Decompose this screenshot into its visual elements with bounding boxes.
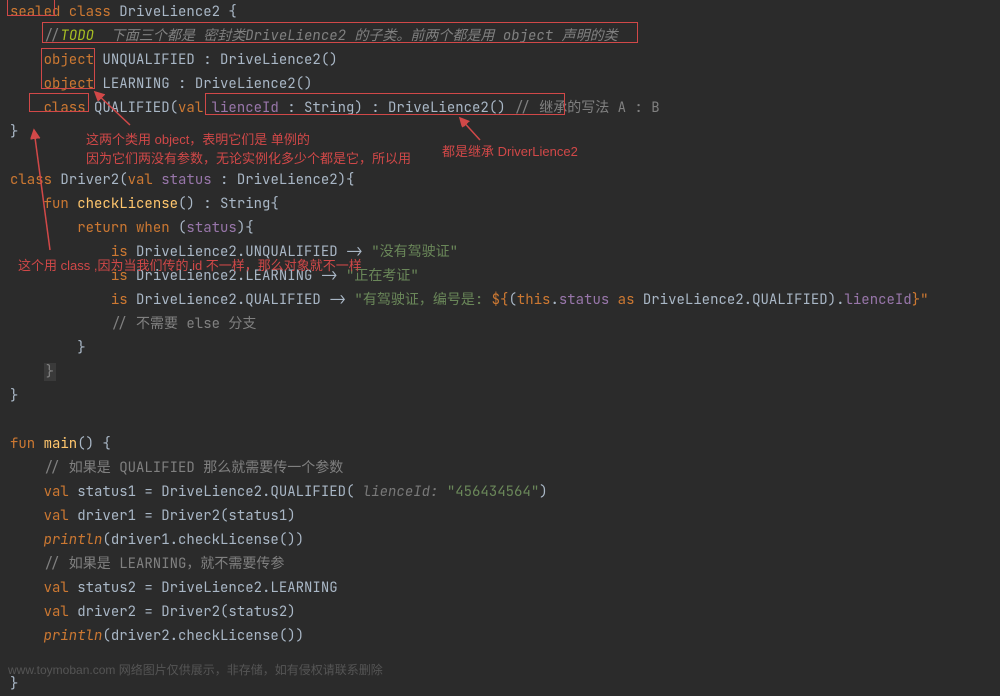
annotation-text: 这个用 class ,因为当我们传的 id 不一样，那么对象就不一样: [18, 254, 362, 278]
template-end: }": [912, 291, 929, 309]
string-literal: "456434564": [447, 483, 539, 501]
string-literal: "有驾驶证，编号是:: [354, 291, 491, 309]
keyword-when: when: [136, 219, 178, 237]
identifier: status: [559, 291, 609, 309]
type-decl: : DriveLience2){: [212, 171, 355, 189]
param-name: lienceId: [212, 99, 279, 117]
code-line: }: [10, 384, 1000, 408]
fn-signature: () {: [77, 435, 111, 453]
fn-signature: () : String{: [178, 195, 279, 213]
code-line: val status1 = DriveLience2.QUALIFIED( li…: [10, 480, 1000, 504]
brace: }: [77, 339, 85, 357]
type-ref: DriveLience2.QUALIFIED: [643, 291, 828, 309]
code-line: // 如果是 QUALIFIED 那么就需要传一个参数: [10, 456, 1000, 480]
comment-slash: //: [44, 27, 61, 45]
paren: ): [539, 483, 547, 501]
code-line: return when (status){: [10, 216, 1000, 240]
brace: }: [10, 123, 18, 141]
code-editor[interactable]: sealed class DriveLience2 { //TODO 下面三个都…: [0, 0, 1000, 696]
code-line: class QUALIFIED(val lienceId : String) :…: [10, 96, 1000, 120]
keyword-object: object: [44, 75, 94, 93]
object-decl: LEARNING : DriveLience2(): [94, 75, 312, 93]
keyword-as: as: [609, 291, 643, 309]
var-decl: status2 = DriveLience2.LEARNING: [77, 579, 337, 597]
code-line: object LEARNING : DriveLience2(): [10, 72, 1000, 96]
identifier: lienceId: [845, 291, 912, 309]
function-name: checkLicense: [77, 195, 178, 213]
keyword-val: val: [44, 483, 78, 501]
keyword-object: object: [44, 51, 94, 69]
comment: // 不需要 else 分支: [111, 315, 257, 333]
keyword-fun: fun: [44, 195, 78, 213]
keyword-val: val: [128, 171, 162, 189]
var-decl: driver2 = Driver2(status2): [77, 603, 295, 621]
todo-marker: TODO: [60, 27, 94, 45]
type-decl: : String) : DriveLience2(): [279, 99, 514, 117]
paren: (: [119, 171, 127, 189]
keyword-val: val: [178, 99, 212, 117]
code-line: println(driver1.checkLicense()): [10, 528, 1000, 552]
var-decl: status1 = DriveLience2.QUALIFIED(: [77, 483, 354, 501]
call-args: (driver2.checkLicense()): [102, 627, 304, 645]
code-line: //TODO 下面三个都是 密封类DriveLience2 的子类。前两个都是用…: [10, 24, 1000, 48]
comment: // 继承的写法 A : B: [514, 99, 660, 117]
param-name: status: [161, 171, 211, 189]
keyword-class: class: [60, 3, 119, 21]
code-line: val driver1 = Driver2(status1): [10, 504, 1000, 528]
brace: ){: [237, 219, 254, 237]
keyword-val: val: [44, 603, 78, 621]
code-line: // 不需要 else 分支: [10, 312, 1000, 336]
keyword-sealed: sealed: [10, 3, 60, 21]
code-line: sealed class DriveLience2 {: [10, 0, 1000, 24]
paren: ): [828, 291, 836, 309]
code-line: is DriveLience2.QUALIFIED -> "有驾驶证，编号是: …: [10, 288, 1000, 312]
code-line: }: [10, 360, 1000, 384]
class-name: Driver2: [60, 171, 119, 189]
var-decl: driver1 = Driver2(status1): [77, 507, 295, 525]
paren: (: [508, 291, 516, 309]
keyword-return: return: [77, 219, 136, 237]
watermark: www.toymoban.com 网络图片仅供展示，非存储，如有侵权请联系删除: [8, 658, 383, 682]
keyword-is: is: [111, 291, 136, 309]
code-line: val status2 = DriveLience2.LEARNING: [10, 576, 1000, 600]
keyword-val: val: [44, 579, 78, 597]
inlay-hint: lienceId:: [354, 483, 446, 501]
brace: {: [220, 3, 237, 21]
function-call: println: [44, 531, 103, 549]
code-line: fun checkLicense() : String{: [10, 192, 1000, 216]
code-line: class Driver2(val status : DriveLience2)…: [10, 168, 1000, 192]
code-line: object UNQUALIFIED : DriveLience2(): [10, 48, 1000, 72]
function-name: main: [44, 435, 78, 453]
template-delim: ${: [492, 291, 509, 309]
class-name: DriveLience2: [119, 3, 220, 21]
brace: }: [10, 387, 18, 405]
code-line: println(driver2.checkLicense()): [10, 624, 1000, 648]
annotation-text: 都是继承 DriverLience2: [442, 140, 578, 164]
call-args: (driver1.checkLicense()): [102, 531, 304, 549]
keyword-fun: fun: [10, 435, 44, 453]
dot: .: [550, 291, 558, 309]
keyword-class: class: [44, 99, 86, 117]
code-line: }: [10, 336, 1000, 360]
keyword-class: class: [10, 171, 60, 189]
identifier: status: [186, 219, 236, 237]
comment: // 如果是 QUALIFIED 那么就需要传一个参数: [44, 459, 344, 477]
comment: // 如果是 LEARNING，就不需要传参: [44, 555, 285, 573]
function-call: println: [44, 627, 103, 645]
code-line: val driver2 = Driver2(status2): [10, 600, 1000, 624]
dot: .: [836, 291, 844, 309]
type-ref: DriveLience2.QUALIFIED ->: [136, 291, 354, 309]
class-decl: QUALIFIED(: [86, 99, 178, 117]
keyword-this: this: [517, 291, 551, 309]
brace-highlight: }: [44, 363, 56, 381]
code-line: // 如果是 LEARNING，就不需要传参: [10, 552, 1000, 576]
code-line: fun main() {: [10, 432, 1000, 456]
object-decl: UNQUALIFIED : DriveLience2(): [94, 51, 338, 69]
keyword-val: val: [44, 507, 78, 525]
annotation-text: 因为它们两没有参数，无论实例化多少个都是它，所以用: [86, 147, 411, 171]
blank-line: [10, 408, 1000, 432]
todo-text: 下面三个都是 密封类DriveLience2 的子类。前两个都是用 object…: [94, 27, 618, 45]
string-literal: "没有驾驶证": [371, 243, 458, 261]
